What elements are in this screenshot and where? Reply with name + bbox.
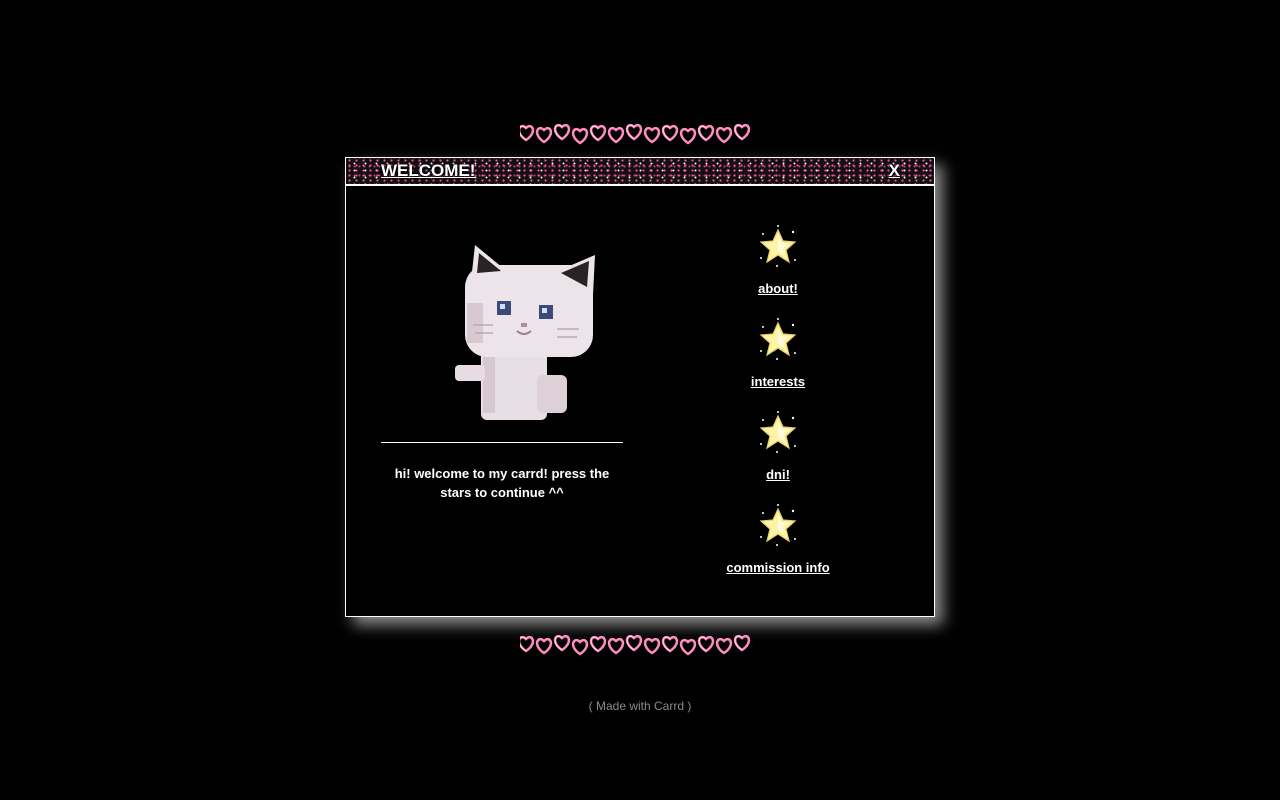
- star-icon[interactable]: [757, 503, 799, 547]
- heart-chain-bottom-decoration: [520, 631, 760, 657]
- cat-image: [455, 245, 595, 420]
- menu-label-interests[interactable]: interests: [751, 374, 805, 389]
- window-title[interactable]: WELCOME!: [381, 161, 475, 181]
- close-button[interactable]: X: [889, 161, 900, 181]
- menu-item-dni[interactable]: dni!: [706, 410, 850, 503]
- menu-item-interests[interactable]: interests: [706, 317, 850, 410]
- menu-item-about[interactable]: about!: [706, 224, 850, 317]
- star-menu: about! interests dni! commission info: [706, 224, 850, 596]
- welcome-window: WELCOME! X hi! welcome to my carrd! pres…: [345, 157, 935, 617]
- made-with-carrd-link[interactable]: ( Made with Carrd ): [0, 699, 1280, 713]
- menu-label-about[interactable]: about!: [758, 281, 798, 296]
- star-icon[interactable]: [757, 410, 799, 454]
- star-icon[interactable]: [757, 224, 799, 268]
- menu-label-dni[interactable]: dni!: [766, 467, 790, 482]
- divider-line: [381, 442, 623, 443]
- menu-label-commission-info[interactable]: commission info: [726, 560, 829, 575]
- menu-item-commission-info[interactable]: commission info: [706, 503, 850, 596]
- window-titlebar: WELCOME! X: [346, 158, 934, 186]
- star-icon[interactable]: [757, 317, 799, 361]
- heart-chain-top-decoration: [520, 120, 760, 146]
- welcome-message: hi! welcome to my carrd! press the stars…: [394, 466, 610, 500]
